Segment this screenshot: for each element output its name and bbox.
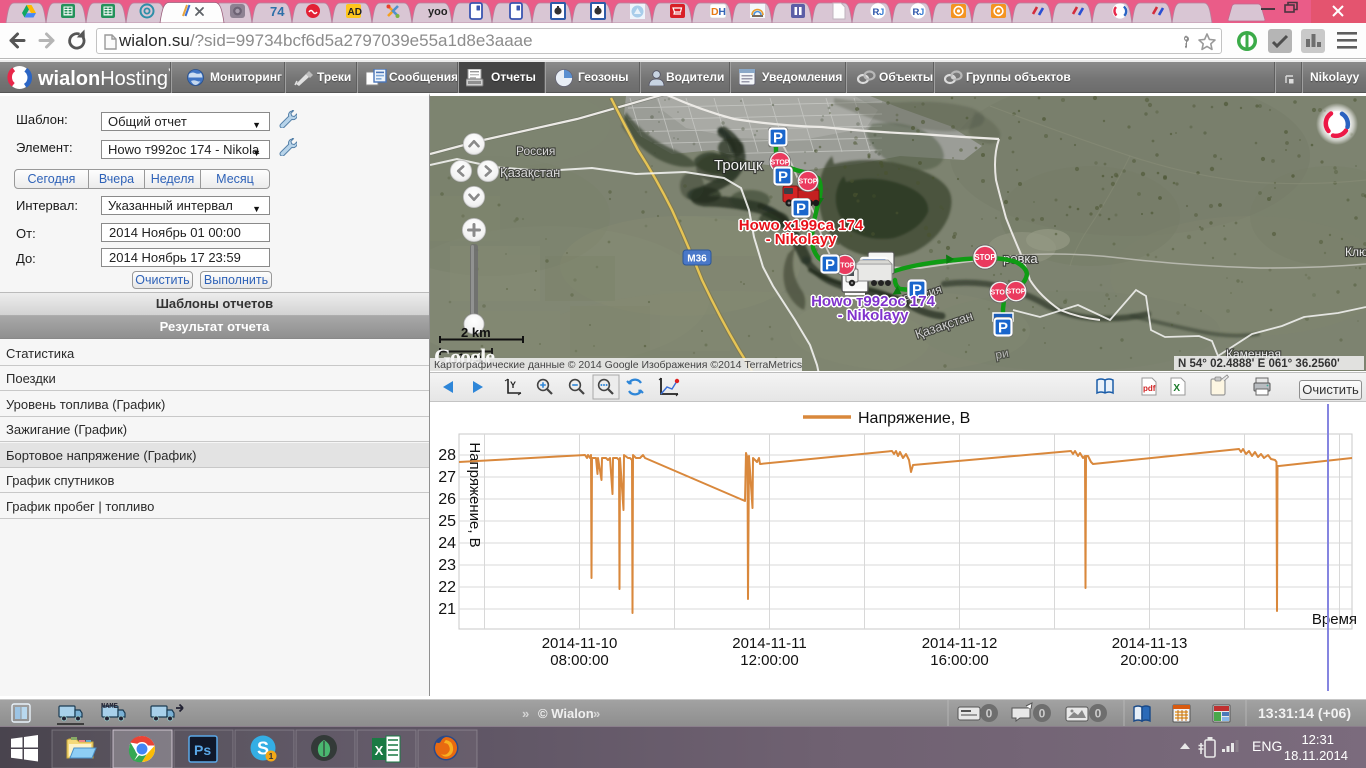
svg-text:2014-11-11: 2014-11-11 [732,635,807,652]
svg-text:pdf: pdf [1143,384,1156,393]
svg-text:Россия: Россия [516,144,555,158]
svg-text:13:31:14 (+06): 13:31:14 (+06) [1258,705,1351,721]
svg-text:0: 0 [986,707,993,721]
svg-text:J: J [879,7,884,18]
svg-text:23: 23 [438,557,456,574]
svg-text:2 km: 2 km [461,325,491,340]
svg-text:H: H [718,6,726,18]
svg-text:© Wialon: © Wialon [538,706,594,721]
svg-text:26: 26 [438,491,456,508]
svg-text:Қазақстан: Қазақстан [500,165,560,180]
svg-text:М36: М36 [687,254,707,265]
svg-text:Ps: Ps [194,742,211,758]
svg-text:18.11.2014: 18.11.2014 [1284,748,1348,763]
svg-text:27: 27 [438,469,456,486]
svg-text:24: 24 [438,535,456,552]
svg-text:»: » [593,706,600,721]
svg-text:2014-11-13: 2014-11-13 [1112,635,1188,652]
svg-text:Картографические данные © 2014: Картографические данные © 2014 Google Из… [434,359,802,371]
svg-text:28: 28 [438,447,456,464]
svg-text:08:00:00: 08:00:00 [550,652,608,669]
svg-text:X: X [1173,383,1180,394]
svg-text:ENG: ENG [1252,738,1282,754]
svg-text:20:00:00: 20:00:00 [1120,652,1178,669]
svg-text:Напряжение, В: Напряжение, В [858,410,970,427]
svg-text:Троицк: Троицк [714,157,763,174]
svg-text:N 54° 02.4888' E 061° 36.2560': N 54° 02.4888' E 061° 36.2560' [1178,358,1340,370]
svg-text:12:00:00: 12:00:00 [740,652,798,669]
svg-text:»: » [522,706,529,721]
svg-text:2014-11-10: 2014-11-10 [542,635,618,652]
svg-text:0: 0 [1095,707,1102,721]
svg-text:- Nikolayy: - Nikolayy [766,231,838,248]
svg-text:1: 1 [269,751,274,761]
svg-text:0: 0 [1039,707,1046,721]
svg-text:X: X [375,743,384,758]
svg-text:Время: Время [1312,611,1357,628]
svg-text:Клю: Клю [1345,245,1366,259]
svg-text:AD: AD [348,7,362,18]
svg-text:- Nikolayy: - Nikolayy [838,307,910,324]
svg-text:ри: ри [994,346,1010,362]
svg-text:yoo: yoo [428,6,448,18]
svg-text:25: 25 [438,513,456,530]
svg-text:Y: Y [510,380,516,390]
svg-text:J: J [919,7,924,18]
svg-text:16:00:00: 16:00:00 [930,652,988,669]
svg-text:22: 22 [438,579,456,596]
svg-text:NAME: NAME [101,703,118,711]
svg-text:74: 74 [270,4,285,19]
svg-text:Напряжение, В: Напряжение, В [466,442,483,547]
svg-text:21: 21 [438,601,456,618]
svg-text:2014-11-12: 2014-11-12 [922,635,998,652]
svg-text:12:31: 12:31 [1301,732,1334,747]
